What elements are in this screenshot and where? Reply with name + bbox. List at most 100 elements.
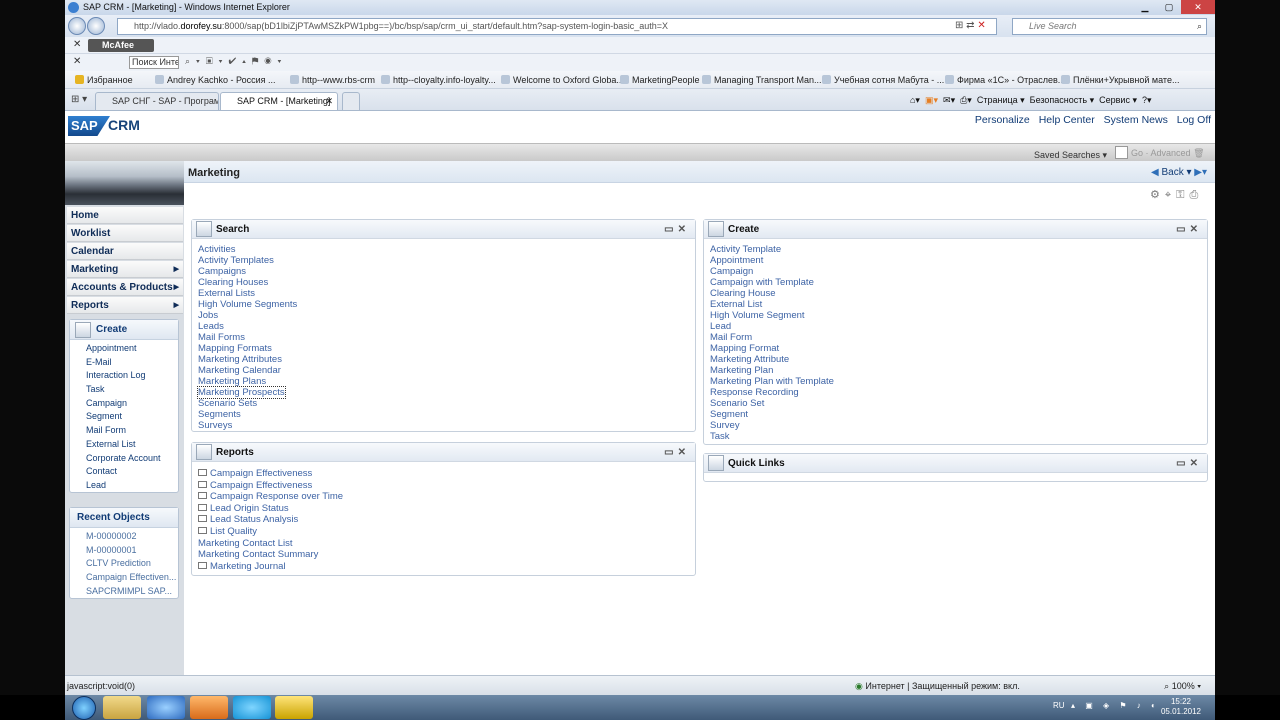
- collapse-icon[interactable]: ▭: [664, 447, 677, 458]
- create-mapping-format-link[interactable]: Mapping Format: [710, 343, 779, 354]
- nav-calendar[interactable]: Calendar: [67, 243, 183, 260]
- favorite-link[interactable]: Фирма «1С» - Отраслев...: [945, 71, 1065, 88]
- create-marketing-attribute-link[interactable]: Marketing Attribute: [710, 354, 789, 365]
- trash-icon[interactable]: 🗑: [1193, 148, 1204, 158]
- close-block-icon[interactable]: ✕: [1190, 224, 1202, 235]
- zoom-control[interactable]: ⌕ 100% ▾: [1164, 676, 1201, 695]
- search-marketing-plans-link[interactable]: Marketing Plans: [198, 376, 266, 387]
- report-campaign-effectiveness-link[interactable]: Campaign Effectiveness: [198, 480, 312, 491]
- search-marketing-prospects-link[interactable]: Marketing Prospects: [197, 386, 286, 399]
- create-marketing-plan-with-template-link[interactable]: Marketing Plan with Template: [710, 376, 834, 387]
- print-icon[interactable]: ⎙: [1189, 189, 1203, 201]
- report-campaign-effectiveness-link[interactable]: Campaign Effectiveness: [198, 468, 312, 479]
- personalize-icon[interactable]: ⌖: [1165, 189, 1176, 201]
- help-icon[interactable]: ?▾: [1142, 95, 1152, 105]
- gear-icon[interactable]: ⚙: [1150, 189, 1165, 201]
- home-icon[interactable]: ⌂▾: [910, 95, 920, 105]
- close-block-icon[interactable]: ✕: [1190, 458, 1202, 469]
- create-clearing-house-link[interactable]: Clearing House: [710, 288, 775, 299]
- report-list-quality-link[interactable]: List Quality: [198, 526, 257, 537]
- create-high-volume-segment-link[interactable]: High Volume Segment: [710, 310, 805, 321]
- create-campaign-with-template-link[interactable]: Campaign with Template: [710, 277, 814, 288]
- report-campaign-response-over-time-link[interactable]: Campaign Response over Time: [198, 491, 343, 502]
- safety-menu[interactable]: Безопасность ▾: [1030, 95, 1094, 105]
- recent-object-link[interactable]: M-00000001: [70, 544, 178, 558]
- search-icon[interactable]: ⌕: [1197, 19, 1202, 34]
- create-campaign-link[interactable]: Campaign: [710, 266, 753, 277]
- search-jobs-link[interactable]: Jobs: [198, 310, 218, 321]
- search-marketing-calendar-link[interactable]: Marketing Calendar: [198, 365, 281, 376]
- create-task-link[interactable]: Task: [710, 431, 730, 442]
- search-surveys-link[interactable]: Surveys: [198, 420, 232, 431]
- saved-search-select[interactable]: [1115, 146, 1128, 159]
- create-campaign-link[interactable]: Campaign: [70, 397, 178, 411]
- clock[interactable]: 15:22 05.01.2012: [1161, 697, 1201, 717]
- create-contact-link[interactable]: Contact: [70, 465, 178, 479]
- tray-icons[interactable]: ▴ ▣ ◈ ⚑ ♪ ◐: [1071, 701, 1160, 710]
- tab-sap-crm[interactable]: SAP CRM - [Marketing] ✕: [220, 92, 338, 110]
- create-activity-template-link[interactable]: Activity Template: [710, 244, 781, 255]
- collapse-icon[interactable]: ▭: [1176, 224, 1189, 235]
- favorite-link[interactable]: Плёнки+Укрывной мате...: [1061, 71, 1179, 88]
- collapse-icon[interactable]: ▭: [1176, 458, 1189, 469]
- advanced-button[interactable]: Advanced: [1151, 148, 1191, 158]
- create-lead-link[interactable]: Lead: [710, 321, 731, 332]
- forward-arrow-icon[interactable]: ▶▾: [1194, 167, 1207, 178]
- create-segment-link[interactable]: Segment: [710, 409, 748, 420]
- create-appointment-link[interactable]: Appointment: [710, 255, 763, 266]
- nav-worklist[interactable]: Worklist: [67, 225, 183, 242]
- search-campaigns-link[interactable]: Campaigns: [198, 266, 246, 277]
- report-marketing-journal-link[interactable]: Marketing Journal: [198, 561, 286, 572]
- back-button[interactable]: ◀ Back ▾ ▶▾: [1151, 167, 1207, 178]
- tools-menu[interactable]: Сервис ▾: [1099, 95, 1137, 105]
- mail-icon[interactable]: ✉▾: [943, 95, 955, 105]
- close-toolbar-icon[interactable]: ✕: [73, 56, 81, 67]
- close-tab-icon[interactable]: ✕: [325, 93, 333, 110]
- create-corporate-account-link[interactable]: Corporate Account: [70, 452, 178, 466]
- language-indicator[interactable]: RU: [1053, 701, 1065, 710]
- recent-object-link[interactable]: CLTV Prediction: [70, 557, 178, 571]
- collapse-icon[interactable]: ▭: [664, 224, 677, 235]
- create-task-link[interactable]: Task: [70, 383, 178, 397]
- create-email-link[interactable]: E-Mail: [70, 356, 178, 370]
- toolbar-search-input[interactable]: Поиск Инте: [129, 56, 179, 69]
- report-lead-status-analysis-link[interactable]: Lead Status Analysis: [198, 514, 298, 525]
- go-button[interactable]: Go: [1131, 148, 1143, 158]
- personalize-link[interactable]: Personalize: [975, 114, 1030, 126]
- report-lead-origin-status-link[interactable]: Lead Origin Status: [198, 503, 289, 514]
- create-marketing-plan-link[interactable]: Marketing Plan: [710, 365, 773, 376]
- help-center-link[interactable]: Help Center: [1039, 114, 1095, 126]
- search-mapping-formats-link[interactable]: Mapping Formats: [198, 343, 272, 354]
- forward-nav-icon[interactable]: [87, 17, 105, 35]
- create-external-list-link[interactable]: External List: [70, 438, 178, 452]
- nav-home[interactable]: Home: [67, 207, 183, 224]
- close-block-icon[interactable]: ✕: [678, 224, 690, 235]
- live-search-input[interactable]: Live Search ⌕: [1012, 18, 1207, 35]
- compat-icon[interactable]: ⊞: [955, 20, 963, 31]
- page-menu[interactable]: Страница ▾: [977, 95, 1025, 105]
- system-news-link[interactable]: System News: [1104, 114, 1168, 126]
- favorite-link[interactable]: http--www.rbs-crm: [290, 71, 375, 88]
- key-icon[interactable]: ⚿: [1176, 189, 1189, 201]
- new-tab-button[interactable]: [342, 92, 360, 110]
- search-activity-templates-link[interactable]: Activity Templates: [198, 255, 274, 266]
- search-marketing-attributes-link[interactable]: Marketing Attributes: [198, 354, 282, 365]
- print-icon[interactable]: ⎙▾: [960, 95, 972, 105]
- search-segments-link[interactable]: Segments: [198, 409, 241, 420]
- internet-explorer-icon[interactable]: [147, 696, 185, 719]
- create-survey-link[interactable]: Survey: [710, 420, 740, 431]
- mcafee-badge[interactable]: McAfee: [88, 39, 154, 52]
- search-scenario-sets-link[interactable]: Scenario Sets: [198, 398, 257, 409]
- log-off-link[interactable]: Log Off: [1177, 114, 1211, 126]
- search-mail-forms-link[interactable]: Mail Forms: [198, 332, 245, 343]
- create-appointment-link[interactable]: Appointment: [70, 342, 178, 356]
- create-scenario-set-link[interactable]: Scenario Set: [710, 398, 764, 409]
- favorite-link[interactable]: Andrey Kachko - Россия ...: [155, 71, 276, 88]
- recent-object-link[interactable]: SAPCRMIMPL SAP...: [70, 585, 178, 599]
- nav-reports[interactable]: Reports ▶: [67, 297, 183, 314]
- recent-object-link[interactable]: M-00000002: [70, 530, 178, 544]
- start-button[interactable]: [72, 696, 96, 720]
- maximize-icon[interactable]: ▢: [1157, 0, 1181, 14]
- close-block-icon[interactable]: ✕: [678, 447, 690, 458]
- quick-tabs-icon[interactable]: ⊞ ▾: [71, 94, 87, 105]
